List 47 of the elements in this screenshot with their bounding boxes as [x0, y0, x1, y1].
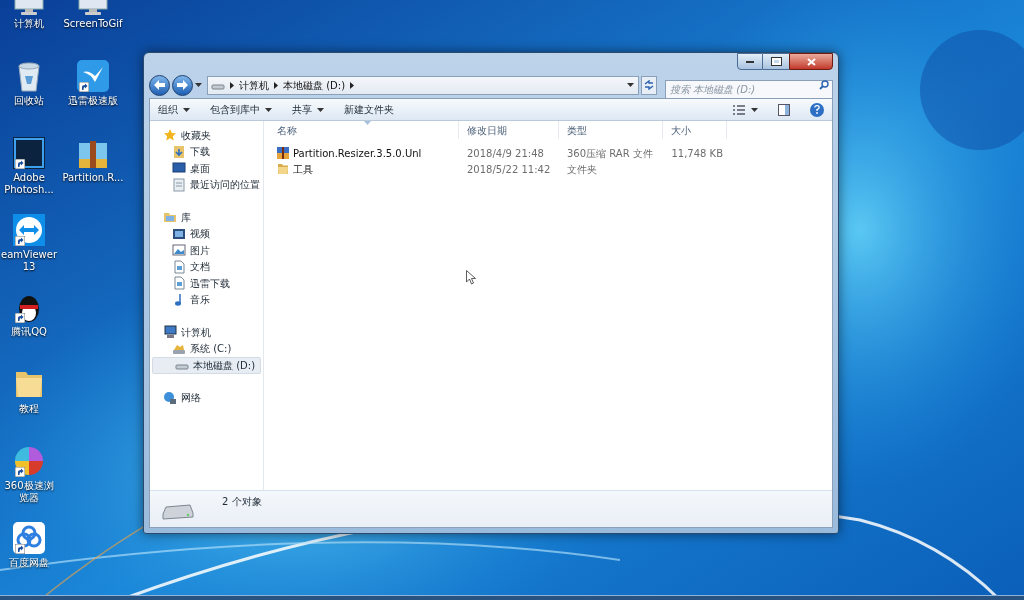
file-name: Partition.Resizer.3.5.0.Unl	[293, 146, 422, 161]
toolbar-button[interactable]: 新建文件夹	[344, 102, 394, 117]
column-header[interactable]: 名称	[269, 121, 459, 139]
nav-item[interactable]: 音乐	[150, 291, 263, 308]
file-name: 工具	[293, 162, 313, 177]
nav-item[interactable]: 系统 (C:)	[150, 340, 263, 357]
nav-item[interactable]: 迅雷下载	[150, 275, 263, 292]
nav-group-header[interactable]: 库	[150, 209, 263, 226]
nav-group-header[interactable]: 计算机	[150, 324, 263, 341]
nav-item[interactable]: 文档	[150, 258, 263, 275]
file-type: 文件夹	[566, 162, 598, 177]
desktop-icon-label[interactable]: 计算机	[14, 18, 44, 30]
search-field[interactable]: 搜索 本地磁盘 (D:)	[665, 79, 833, 99]
nav-item[interactable]: 图片	[150, 242, 263, 259]
file-row[interactable]: Partition.Resizer.3.5.0.Unl 2018/4/9 21:48 360压缩 RAR 文件 11,748 KB	[269, 145, 832, 161]
nav-item[interactable]: 下载	[150, 143, 263, 160]
toolbar-button[interactable]: 包含到库中	[210, 102, 272, 117]
file-size: 11,748 KB	[670, 146, 724, 161]
desktop-icon-label[interactable]: 360极速浏览器	[0, 480, 58, 504]
nav-group-header[interactable]: 收藏夹	[150, 127, 263, 144]
column-header[interactable]: 大小	[663, 121, 727, 139]
breadcrumb-item[interactable]: 本地磁盘 (D:)	[283, 77, 346, 93]
file-type: 360压缩 RAR 文件	[566, 146, 654, 161]
column-header[interactable]: 修改日期	[459, 121, 559, 139]
desktop-icon-label[interactable]: 教程	[19, 403, 39, 415]
toolbar-button[interactable]: 共享	[292, 102, 324, 117]
desktop-icon-label[interactable]: ScreenToGif	[63, 18, 123, 30]
breadcrumb-item[interactable]: 计算机	[239, 77, 269, 93]
desktop-icon-label[interactable]: 迅雷极速版	[68, 95, 118, 107]
modified-date: 2018/5/22 11:42	[466, 162, 552, 177]
desktop-icon-label[interactable]: Adobe Photosh...	[0, 172, 58, 196]
desktop-icon-label[interactable]: eamViewer 13	[0, 249, 58, 273]
desktop-icon-label[interactable]: Partition.R...	[62, 172, 124, 184]
desktop-icon-label[interactable]: 回收站	[14, 95, 44, 107]
desktop-icon-label[interactable]: 百度网盘	[9, 557, 49, 569]
address-bar[interactable]: 计算机 本地磁盘 (D:)	[207, 75, 639, 95]
desktop-icon-label[interactable]: 腾讯QQ	[11, 326, 47, 338]
column-header[interactable]: 类型	[559, 121, 663, 139]
nav-item[interactable]: 视频	[150, 225, 263, 242]
nav-item[interactable]: 最近访问的位置	[150, 176, 263, 193]
toolbar-button[interactable]: 组织	[158, 102, 190, 117]
nav-item[interactable]: 桌面	[150, 160, 263, 177]
nav-item[interactable]: 本地磁盘 (D:)	[152, 357, 261, 374]
modified-date: 2018/4/9 21:48	[466, 146, 545, 161]
status-text: 2 个对象	[222, 495, 262, 509]
nav-group-header[interactable]: 网络	[150, 389, 263, 406]
file-row[interactable]: 工具 2018/5/22 11:42 文件夹	[269, 161, 832, 177]
